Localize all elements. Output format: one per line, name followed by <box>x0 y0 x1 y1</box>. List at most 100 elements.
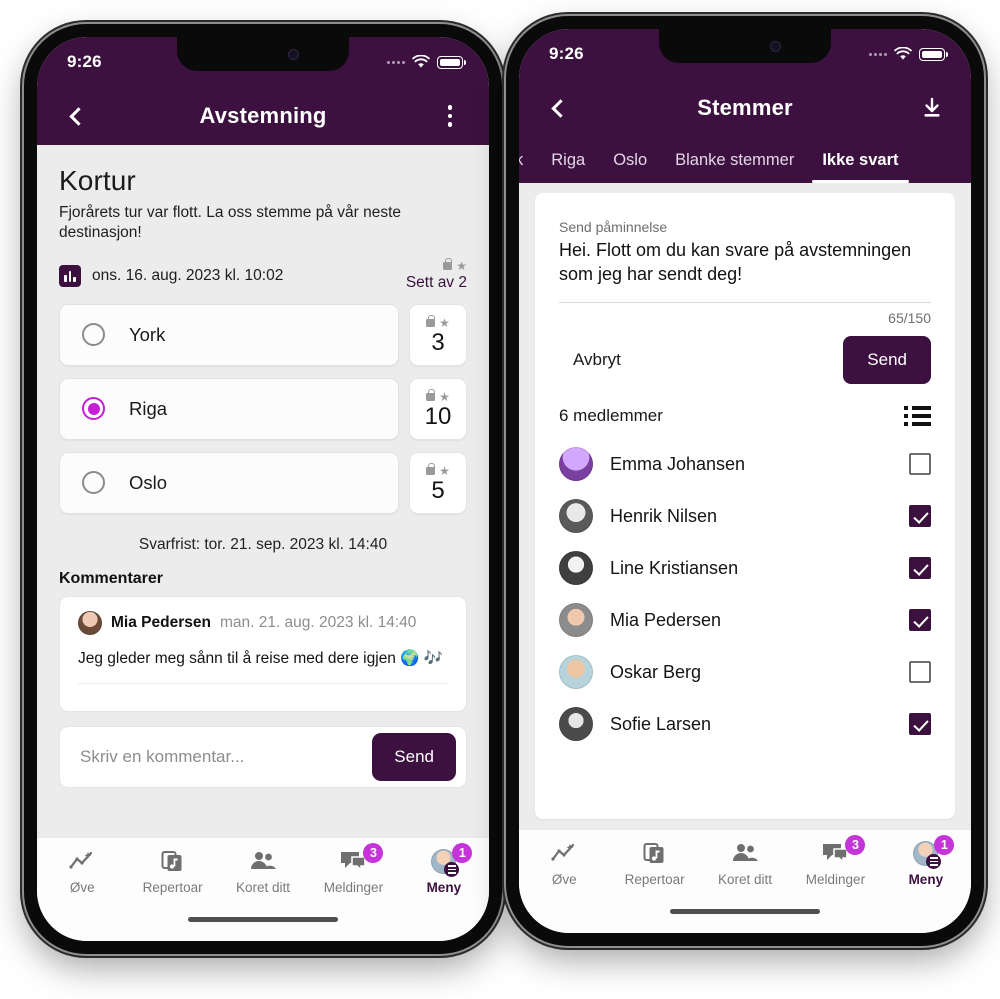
avatar <box>559 447 593 482</box>
nav-label: Meldinger <box>323 880 384 895</box>
member-name: Mia Pedersen <box>610 609 722 630</box>
list-item[interactable]: Line Kristiansen <box>559 542 931 594</box>
front-camera-icon <box>769 40 781 52</box>
battery-icon <box>919 47 948 61</box>
poll-option-oslo[interactable]: Oslo <box>59 451 399 514</box>
back-button[interactable] <box>541 91 575 125</box>
avatar <box>559 551 593 586</box>
download-button[interactable] <box>915 91 949 125</box>
screenshot-stage: 9:26 Avstemning Kortur Fjorårets tur var… <box>0 0 1000 999</box>
profile-avatar-icon: 1 <box>913 835 955 869</box>
home-indicator[interactable] <box>37 915 489 941</box>
member-checkbox[interactable] <box>909 505 931 528</box>
music-library-icon <box>643 840 667 866</box>
lock-icon <box>426 462 436 475</box>
poll-meta-row: ons. 16. aug. 2023 kl. 10:02 ★ Sett av 2 <box>59 258 467 292</box>
nav-label: Koret ditt <box>236 880 291 895</box>
home-indicator[interactable] <box>519 907 971 933</box>
member-checkbox[interactable] <box>909 661 931 684</box>
member-checkbox[interactable] <box>909 713 931 736</box>
poll-header: Kortur Fjorårets tur var flott. La oss s… <box>37 145 489 292</box>
lock-star-group: ★ <box>426 314 450 329</box>
send-comment-button[interactable]: Send <box>372 732 456 781</box>
poll-option-riga[interactable]: Riga <box>59 377 399 440</box>
list-item[interactable]: Henrik Nilsen <box>559 490 931 542</box>
nav-label: Meldinger <box>805 872 866 887</box>
phone1-bottom-nav: Øve Repertoar Koret ditt 3 Meldinger 1 M… <box>37 837 489 915</box>
nav-item-ove[interactable]: Øve <box>519 840 609 887</box>
status-indicators <box>869 47 948 61</box>
tab-york[interactable]: k <box>519 151 537 183</box>
list-item[interactable]: Mia Pedersen <box>559 594 931 646</box>
member-name: Line Kristiansen <box>610 557 739 578</box>
star-icon: ★ <box>456 259 467 274</box>
signal-dots-icon <box>387 60 405 64</box>
nav-badge: 3 <box>363 843 384 863</box>
overflow-menu-button[interactable] <box>433 99 467 133</box>
back-button[interactable] <box>59 99 93 133</box>
members-list: Emma Johansen Henrik Nilsen Line Kristia… <box>535 426 955 750</box>
radio-icon <box>82 323 105 347</box>
comment-input[interactable] <box>80 746 373 767</box>
nav-item-meldinger[interactable]: 3 Meldinger <box>790 835 880 887</box>
nav-item-koret-ditt[interactable]: Koret ditt <box>218 848 308 895</box>
poll-option-york[interactable]: York <box>59 303 399 366</box>
chevron-left-icon <box>551 98 570 118</box>
nav-item-meldinger[interactable]: 3 Meldinger <box>308 843 398 895</box>
tab-ikke-svart[interactable]: Ikke svart <box>808 151 912 183</box>
nav-item-repertoar[interactable]: Repertoar <box>609 840 699 887</box>
comment-author: Mia Pedersen <box>111 613 211 631</box>
download-icon <box>924 97 940 117</box>
kebab-menu-icon <box>447 105 453 127</box>
option-vote-count-card[interactable]: ★ 10 <box>409 377 467 440</box>
nav-label: Repertoar <box>624 872 685 887</box>
list-item[interactable]: Oskar Berg <box>559 646 931 698</box>
nav-item-koret-ditt[interactable]: Koret ditt <box>700 840 790 887</box>
star-icon: ★ <box>439 463 450 478</box>
reminder-label: Send påminnelse <box>559 219 668 235</box>
cancel-button[interactable]: Avbryt <box>559 342 635 378</box>
reminder-actions: Avbryt Send <box>559 336 931 385</box>
member-checkbox[interactable] <box>909 609 931 632</box>
nav-label: Meny <box>908 872 944 887</box>
people-group-icon <box>249 848 277 874</box>
option-label: Oslo <box>129 471 168 493</box>
poll-title: Kortur <box>59 165 136 196</box>
lock-star-group: ★ <box>426 462 450 478</box>
member-name: Emma Johansen <box>610 453 746 474</box>
phone1-notch <box>177 37 349 71</box>
status-time: 9:26 <box>67 52 102 71</box>
votes-tab-strip: k Riga Oslo Blanke stemmer Ikke svart <box>519 137 971 183</box>
list-item[interactable]: Emma Johansen <box>559 438 931 490</box>
comment-text: Jeg gleder meg sånn til å reise med dere… <box>78 649 444 667</box>
nav-item-ove[interactable]: Øve <box>37 848 127 895</box>
send-reminder-button[interactable]: Send <box>843 336 931 385</box>
phone1-content: Kortur Fjorårets tur var flott. La oss s… <box>37 145 489 837</box>
character-counter: 65/150 <box>888 310 931 327</box>
reminder-message[interactable]: Hei. Flott om du kan svare på avstemning… <box>559 238 931 286</box>
tab-blanke-stemmer[interactable]: Blanke stemmer <box>661 151 808 183</box>
radio-selected-icon <box>82 397 105 421</box>
list-view-icon[interactable] <box>904 406 931 427</box>
member-checkbox[interactable] <box>909 557 931 580</box>
member-checkbox[interactable] <box>909 453 931 476</box>
avatar <box>559 707 593 742</box>
comment-date: man. 21. aug. 2023 kl. 14:40 <box>219 613 417 631</box>
poll-option-row: Oslo ★ 5 <box>59 451 467 514</box>
nav-label: Koret ditt <box>718 872 773 887</box>
phone-device-left: 9:26 Avstemning Kortur Fjorårets tur var… <box>24 24 502 954</box>
avatar <box>559 499 593 534</box>
phone2-screen: 9:26 Stemmer k Riga Oslo Blanke stemmer … <box>519 29 971 933</box>
option-vote-count-card[interactable]: ★ 3 <box>409 303 467 366</box>
tab-oslo[interactable]: Oslo <box>599 151 661 183</box>
nav-item-repertoar[interactable]: Repertoar <box>127 848 217 895</box>
nav-item-meny[interactable]: 1 Meny <box>399 843 489 895</box>
seen-by-label: Sett av 2 <box>405 273 467 291</box>
nav-item-meny[interactable]: 1 Meny <box>881 835 971 887</box>
tab-riga[interactable]: Riga <box>537 151 599 183</box>
list-item[interactable]: Sofie Larsen <box>559 698 931 750</box>
profile-avatar-icon: 1 <box>431 843 473 877</box>
comment-header: Mia Pedersen man. 21. aug. 2023 kl. 14:4… <box>78 610 448 635</box>
status-time: 9:26 <box>549 44 584 63</box>
option-vote-count-card[interactable]: ★ 5 <box>409 451 467 514</box>
